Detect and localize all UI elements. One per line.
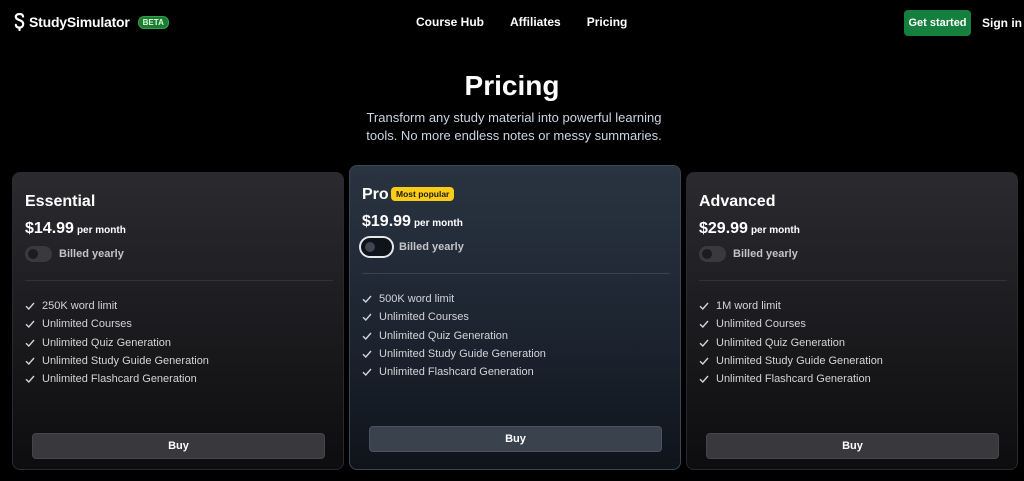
check-icon [362, 368, 372, 377]
check-icon [362, 295, 372, 304]
feature-text: Unlimited Quiz Generation [379, 329, 509, 342]
feature-text: Unlimited Courses [716, 318, 806, 331]
price-amount: $19.99 [362, 213, 411, 230]
check-icon [699, 302, 709, 311]
billing-toggle-row: Billed yearly [699, 246, 798, 262]
feature-list: 1M word limit Unlimited Courses Unlimite… [699, 297, 883, 388]
plan-name: Pro [362, 186, 389, 203]
billing-toggle-row: Billed yearly [361, 238, 464, 256]
plan-price: $29.99 per month [699, 220, 800, 238]
feature-item: Unlimited Quiz Generation [362, 327, 546, 345]
site-header: StudySimulator BETA Course Hub Affiliate… [0, 0, 1024, 46]
page-subtitle: Transform any study material into powerf… [366, 110, 662, 143]
pricing-page: StudySimulator BETA Course Hub Affiliate… [0, 0, 1024, 481]
page-title: Pricing [464, 70, 560, 101]
toggle-knob [365, 242, 375, 252]
divider [362, 273, 670, 274]
feature-text: Unlimited Study Guide Generation [379, 348, 546, 361]
plan-card-pro: Pro Most popular $19.99 per month Billed… [349, 165, 681, 470]
feature-text: Unlimited Flashcard Generation [716, 373, 871, 386]
feature-list: 500K word limit Unlimited Courses Unlimi… [362, 290, 546, 381]
feature-text: Unlimited Quiz Generation [42, 336, 172, 349]
plan-price: $14.99 per month [25, 220, 126, 238]
billed-yearly-toggle[interactable] [699, 246, 726, 262]
feature-list: 250K word limit Unlimited Courses Unlimi… [25, 297, 209, 388]
feature-text: Unlimited Courses [42, 318, 132, 331]
check-icon [25, 357, 35, 366]
check-icon [25, 375, 35, 384]
feature-item: Unlimited Courses [699, 315, 883, 333]
divider [699, 280, 1007, 281]
feature-text: Unlimited Study Guide Generation [42, 355, 209, 368]
buy-button-advanced[interactable]: Buy [706, 433, 999, 459]
s-logo-icon [14, 13, 25, 31]
feature-text: Unlimited Quiz Generation [716, 336, 846, 349]
check-icon [25, 320, 35, 329]
feature-item: Unlimited Quiz Generation [25, 334, 209, 352]
feature-item: Unlimited Study Guide Generation [362, 345, 546, 363]
feature-item: Unlimited Courses [25, 315, 209, 333]
feature-item: 1M word limit [699, 297, 883, 315]
feature-item: Unlimited Study Guide Generation [25, 352, 209, 370]
check-icon [362, 332, 372, 340]
billed-yearly-label: Billed yearly [399, 241, 464, 253]
check-icon [699, 339, 709, 347]
check-icon [699, 357, 709, 366]
check-icon [699, 320, 709, 329]
feature-item: Unlimited Flashcard Generation [362, 363, 546, 381]
plan-name: Essential [25, 193, 96, 210]
billed-yearly-label: Billed yearly [733, 248, 798, 260]
feature-item: Unlimited Quiz Generation [699, 334, 883, 352]
main-nav: Course Hub Affiliates Pricing [416, 15, 627, 29]
check-icon [362, 313, 372, 322]
buy-button-essential[interactable]: Buy [32, 433, 325, 459]
price-period: per month [413, 218, 463, 229]
plan-price: $19.99 per month [362, 213, 463, 231]
nav-link-pricing[interactable]: Pricing [587, 15, 628, 29]
check-icon [25, 339, 35, 347]
toggle-knob [702, 249, 712, 259]
price-amount: $29.99 [699, 220, 748, 237]
feature-text: 1M word limit [716, 300, 781, 313]
feature-text: 500K word limit [379, 293, 455, 306]
feature-item: Unlimited Courses [362, 308, 546, 326]
plan-name: Advanced [699, 193, 776, 210]
plan-card-advanced: Advanced $29.99 per month Billed yearly … [686, 172, 1018, 470]
check-icon [25, 302, 35, 311]
logo[interactable]: StudySimulator BETA [14, 13, 169, 31]
toggle-knob [28, 249, 38, 259]
logo-text: StudySimulator [29, 14, 130, 30]
billed-yearly-toggle[interactable] [361, 238, 392, 256]
most-popular-badge: Most popular [391, 187, 455, 201]
billing-toggle-row: Billed yearly [25, 246, 124, 262]
feature-item: Unlimited Flashcard Generation [699, 370, 883, 388]
feature-text: Unlimited Flashcard Generation [42, 373, 197, 386]
feature-text: Unlimited Courses [379, 311, 469, 324]
feature-item: Unlimited Flashcard Generation [25, 370, 209, 388]
feature-text: Unlimited Study Guide Generation [716, 355, 883, 368]
buy-button-pro[interactable]: Buy [369, 426, 662, 452]
feature-text: Unlimited Flashcard Generation [379, 366, 534, 379]
nav-link-course-hub[interactable]: Course Hub [416, 15, 484, 29]
price-amount: $14.99 [25, 220, 74, 237]
feature-text: 250K word limit [42, 300, 118, 313]
price-period: per month [750, 225, 800, 236]
divider [25, 280, 333, 281]
sign-in-link[interactable]: Sign in [982, 16, 1022, 30]
billed-yearly-toggle[interactable] [25, 246, 52, 262]
check-icon [362, 350, 372, 359]
nav-link-affiliates[interactable]: Affiliates [510, 15, 561, 29]
check-icon [699, 375, 709, 384]
get-started-button[interactable]: Get started [904, 10, 971, 36]
feature-item: 250K word limit [25, 297, 209, 315]
beta-badge: BETA [137, 15, 169, 29]
billed-yearly-label: Billed yearly [59, 248, 124, 260]
feature-item: Unlimited Study Guide Generation [699, 352, 883, 370]
price-period: per month [76, 225, 126, 236]
feature-item: 500K word limit [362, 290, 546, 308]
plan-card-essential: Essential $14.99 per month Billed yearly… [12, 172, 344, 470]
